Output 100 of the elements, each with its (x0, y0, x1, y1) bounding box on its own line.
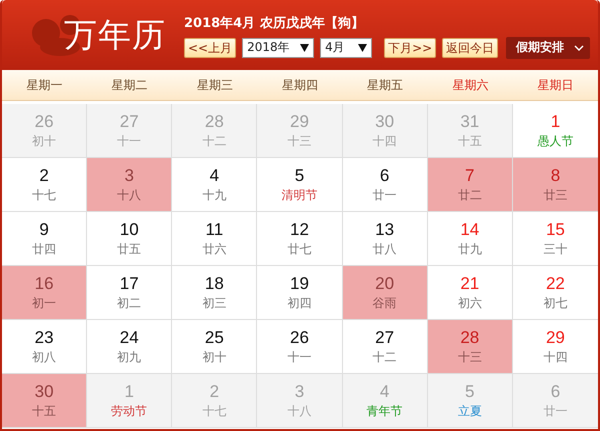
day-cell[interactable]: 9 廿四 (2, 212, 88, 266)
lunar-date: 廿二 (458, 186, 482, 204)
day-cell[interactable]: 28 十三 (428, 320, 513, 374)
day-number: 2 (39, 166, 49, 186)
day-cell[interactable]: 18 初三 (172, 266, 258, 320)
day-cell[interactable]: 5 立夏 (428, 374, 513, 428)
lunar-date: 十八 (287, 402, 312, 420)
previous-month-button[interactable]: <<上月 (184, 38, 236, 58)
day-cell[interactable]: 16 初一 (2, 266, 88, 320)
festival-label: 劳动节 (111, 402, 148, 420)
day-number: 9 (39, 220, 49, 240)
lunar-date: 廿九 (458, 240, 482, 258)
lunar-date: 初九 (117, 348, 142, 366)
day-cell[interactable]: 31 十五 (428, 104, 513, 158)
day-number: 19 (290, 274, 309, 294)
day-cell[interactable]: 26 初十 (2, 104, 88, 158)
day-cell[interactable]: 3 十八 (257, 374, 343, 428)
next-month-button[interactable]: 下月>> (384, 38, 436, 58)
day-number: 17 (120, 274, 139, 294)
lunar-date: 廿六 (202, 240, 226, 258)
day-cell[interactable]: 28 十二 (172, 104, 258, 158)
day-number: 3 (124, 166, 134, 186)
lunar-date: 初二 (117, 294, 142, 312)
day-cell[interactable]: 19 初四 (257, 266, 343, 320)
day-cell[interactable]: 8 廿三 (512, 158, 598, 212)
day-cell[interactable]: 21 初六 (428, 266, 513, 320)
day-number: 7 (465, 166, 474, 186)
month-select[interactable]: 4月 (320, 38, 372, 58)
day-cell[interactable]: 30 十四 (342, 104, 428, 158)
day-cell[interactable]: 4 十九 (172, 158, 258, 212)
weekday-label: 星期四 (280, 76, 319, 94)
day-cell[interactable]: 14 廿九 (428, 212, 513, 266)
holiday-dropdown[interactable]: 假期安排 (506, 36, 590, 58)
day-cell[interactable]: 6 廿一 (512, 374, 598, 428)
lunar-date: 谷雨 (372, 294, 397, 312)
day-cell[interactable]: 27 十二 (342, 320, 428, 374)
day-cell[interactable]: 7 廿二 (428, 158, 513, 212)
day-number: 27 (120, 112, 139, 132)
day-number: 1 (550, 112, 560, 132)
dropdown-arrow-icon (358, 44, 368, 52)
day-number: 29 (546, 328, 565, 348)
day-cell[interactable]: 1 劳动节 (87, 374, 172, 428)
day-number: 27 (375, 328, 394, 348)
weekday-label: 星期日 (536, 76, 574, 94)
weekday-label: 星期一 (26, 76, 64, 94)
day-cell[interactable]: 29 十三 (257, 104, 343, 158)
weekday-label: 星期六 (451, 76, 490, 94)
day-cell[interactable]: 2 十七 (2, 158, 88, 212)
year-select[interactable]: 2018年 (242, 38, 314, 58)
lunar-date: 十四 (543, 348, 568, 366)
day-number: 31 (460, 112, 480, 132)
day-cell[interactable]: 2 十七 (172, 374, 258, 428)
day-number: 28 (460, 328, 480, 348)
day-number: 21 (460, 274, 480, 294)
festival-label: 清明节 (281, 186, 318, 204)
day-number: 25 (204, 328, 224, 348)
day-number: 14 (460, 220, 480, 240)
lunar-date: 初三 (202, 294, 226, 312)
lunar-date: 廿三 (543, 186, 568, 204)
day-number: 6 (380, 166, 390, 186)
day-cell[interactable]: 20 谷雨 (342, 266, 428, 320)
chevron-down-icon (574, 44, 584, 50)
lunar-date: 十九 (202, 186, 226, 204)
festival-label: 立夏 (458, 402, 482, 420)
lunar-date: 十七 (32, 186, 56, 204)
lunar-year-info: 2018年4月 农历戊戌年【狗】 (184, 14, 365, 32)
day-cell[interactable]: 5 清明节 (257, 158, 343, 212)
lunar-date: 廿五 (117, 240, 142, 258)
day-cell[interactable]: 26 十一 (257, 320, 343, 374)
day-cell[interactable]: 30 十五 (2, 374, 88, 428)
day-number: 12 (290, 220, 309, 240)
day-cell[interactable]: 17 初二 (87, 266, 172, 320)
lunar-date: 初七 (543, 294, 568, 312)
today-button[interactable]: 返回今日 (442, 38, 498, 58)
lunar-date: 十二 (372, 348, 397, 366)
day-cell[interactable]: 6 廿一 (342, 158, 428, 212)
dropdown-arrow-icon (300, 44, 310, 52)
day-cell[interactable]: 27 十一 (87, 104, 172, 158)
day-cell[interactable]: 4 青年节 (342, 374, 428, 428)
day-number: 11 (206, 220, 224, 240)
day-cell[interactable]: 3 十八 (87, 158, 172, 212)
day-number: 24 (120, 328, 139, 348)
day-cell[interactable]: 12 廿七 (257, 212, 343, 266)
day-cell[interactable]: 13 廿八 (342, 212, 428, 266)
day-cell[interactable]: 25 初十 (172, 320, 258, 374)
day-number: 4 (210, 166, 220, 186)
lunar-date: 初十 (32, 132, 56, 150)
day-cell[interactable]: 23 初八 (2, 320, 88, 374)
lunar-date: 十五 (32, 402, 56, 420)
day-number: 1 (124, 382, 134, 402)
day-number: 18 (204, 274, 224, 294)
day-cell[interactable]: 11 廿六 (172, 212, 258, 266)
lunar-date: 十五 (458, 132, 482, 150)
day-cell[interactable]: 24 初九 (87, 320, 172, 374)
day-number: 10 (120, 220, 139, 240)
day-number: 5 (465, 382, 474, 402)
lunar-date: 十三 (287, 132, 312, 150)
festival-label: 愚人节 (537, 132, 574, 150)
lunar-date: 廿一 (372, 186, 397, 204)
day-cell[interactable]: 10 廿五 (87, 212, 172, 266)
